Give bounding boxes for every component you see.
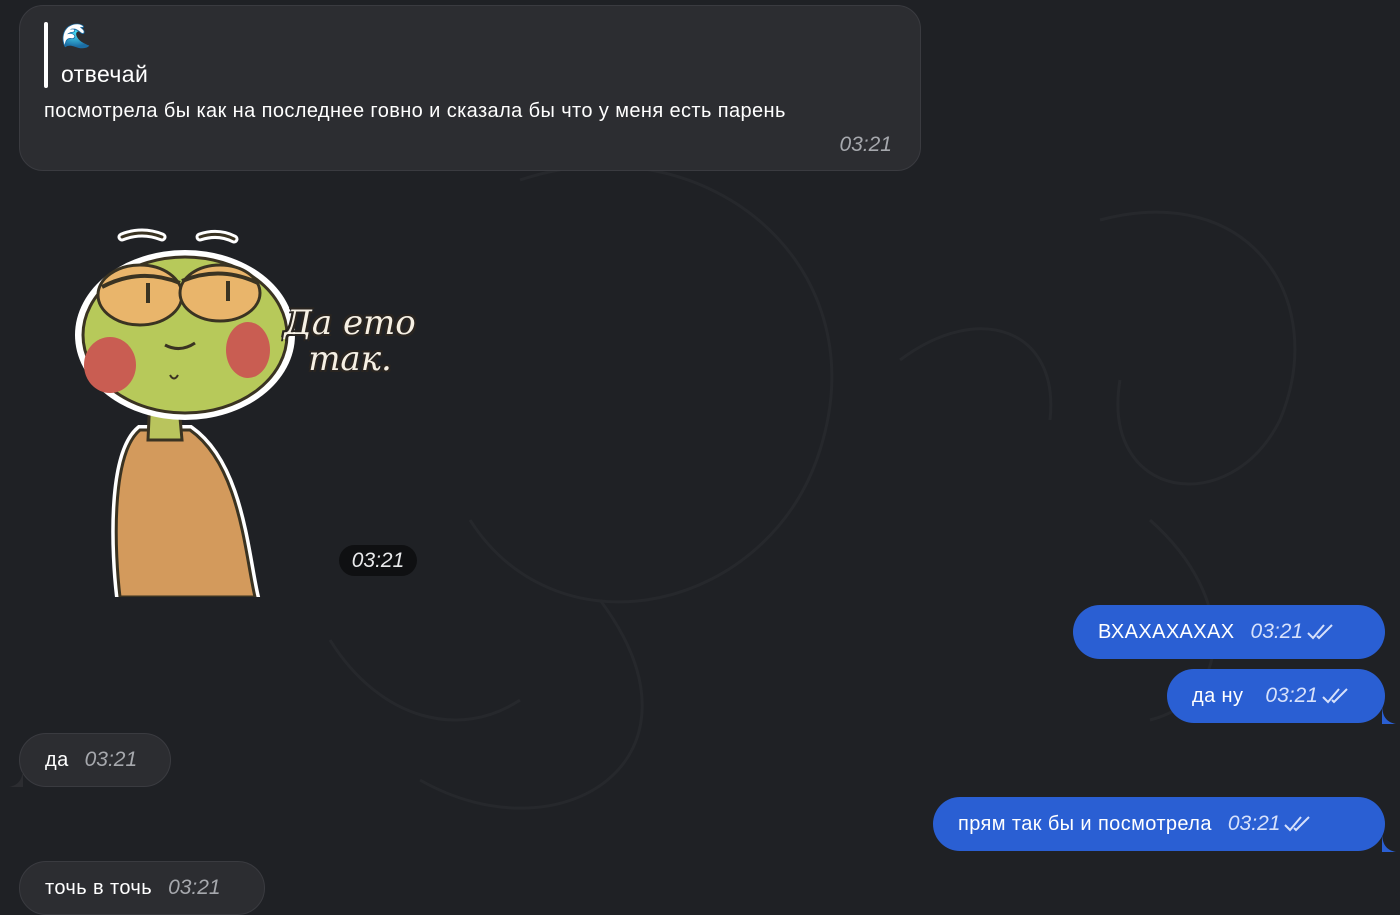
- frog-sticker-image: [75, 228, 295, 602]
- bubble-tail: [1382, 832, 1396, 852]
- reply-quote-text[interactable]: отвечай: [61, 61, 148, 88]
- message-time: 03:21: [1250, 620, 1304, 643]
- sticker-caption-line-2: так.: [308, 339, 392, 379]
- message-time: 03:21: [168, 876, 221, 899]
- message-text: точь в точь: [45, 876, 153, 899]
- sticker-time: 03:21: [339, 545, 417, 576]
- sticker-message[interactable]: Да ето так.: [70, 225, 430, 602]
- sticker-caption-line-1: Да ето: [284, 303, 416, 343]
- message-text: посмотрела бы как на последнее говно и с…: [44, 100, 786, 122]
- message-text: ВХАХАХАХАХ: [1098, 620, 1235, 643]
- message-time: 03:21: [839, 133, 892, 156]
- sticker-caption: Да ето так.: [275, 305, 425, 377]
- bubble-tail: [1382, 704, 1396, 724]
- message-time: 03:21: [1265, 684, 1318, 707]
- double-check-icon: [1307, 624, 1333, 640]
- outgoing-message[interactable]: ВХАХАХАХАХ 03:21: [1073, 605, 1385, 659]
- outgoing-message[interactable]: прям так бы и посмотрела 03:21: [933, 797, 1396, 852]
- message-time: 03:21: [84, 748, 138, 771]
- incoming-message[interactable]: точь в точь 03:21: [19, 861, 265, 915]
- double-check-icon: [1322, 688, 1348, 704]
- message-text: прям так бы и посмотрела: [958, 812, 1212, 835]
- message-time: 03:21: [1227, 812, 1281, 835]
- reply-quote-emoji[interactable]: 🌊: [61, 22, 91, 52]
- reply-quote-bar: [44, 22, 48, 88]
- bubble-tail: [9, 767, 23, 787]
- message-text: да ну: [1192, 684, 1244, 707]
- outgoing-message[interactable]: да ну 03:21: [1167, 669, 1396, 724]
- incoming-message[interactable]: да 03:21: [9, 733, 171, 787]
- message-text: да: [45, 748, 69, 771]
- double-check-icon: [1284, 816, 1311, 832]
- incoming-message-with-reply[interactable]: 🌊 отвечай посмотрела бы как на последнее…: [19, 5, 921, 171]
